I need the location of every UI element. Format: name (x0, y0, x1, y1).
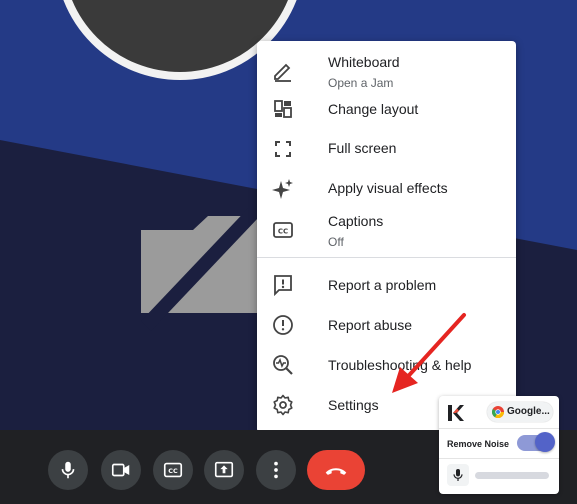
more-vertical-icon (274, 461, 278, 479)
alert-circle-icon (271, 313, 295, 337)
menu-item-label: Report a problem (328, 277, 437, 293)
menu-item-label: Whiteboard (328, 54, 400, 70)
annotation-arrow-icon (392, 313, 466, 393)
camera-button[interactable] (101, 450, 141, 490)
sparkle-icon (271, 177, 295, 201)
menu-item-sublabel: Open a Jam (328, 76, 394, 90)
menu-item-visual-effects[interactable]: Apply visual effects (257, 168, 516, 208)
end-call-button[interactable] (307, 450, 365, 490)
layout-icon (271, 97, 295, 121)
menu-item-label: Settings (328, 397, 379, 413)
menu-divider (257, 257, 516, 258)
svg-text:CC: CC (168, 467, 178, 475)
video-camera-icon (111, 463, 130, 477)
cc-icon: CC (271, 218, 295, 242)
menu-item-whiteboard[interactable]: Whiteboard Open a Jam (257, 49, 516, 93)
cc-icon: CC (163, 462, 183, 478)
menu-item-captions[interactable]: CC Captions Off (257, 208, 516, 252)
gear-icon (271, 393, 295, 417)
menu-item-label: Apply visual effects (328, 180, 448, 196)
noise-cancel-widget: Google... Remove Noise (439, 396, 559, 494)
present-screen-icon (214, 461, 234, 478)
menu-item-sublabel: Off (328, 235, 344, 249)
audio-source-label: Google... (507, 406, 550, 417)
present-button[interactable] (204, 450, 244, 490)
microphone-icon (61, 461, 75, 479)
microphone-icon (453, 469, 463, 481)
hang-up-icon (325, 468, 347, 475)
feedback-icon (271, 273, 295, 297)
widget-divider (439, 428, 559, 429)
widget-mic-button[interactable] (447, 464, 469, 486)
svg-text:CC: CC (278, 228, 288, 236)
fullscreen-icon (271, 137, 295, 161)
audio-source-selector[interactable]: Google... (487, 402, 553, 422)
more-options-button[interactable] (256, 450, 296, 490)
menu-item-label: Change layout (328, 101, 419, 117)
menu-item-full-screen[interactable]: Full screen (257, 128, 516, 168)
widget-divider (439, 458, 559, 459)
menu-item-change-layout[interactable]: Change layout (257, 89, 516, 129)
remove-noise-toggle-knob[interactable] (535, 432, 555, 452)
pencil-icon (271, 59, 295, 83)
krisp-logo-icon (448, 405, 464, 421)
troubleshoot-icon (271, 353, 295, 377)
captions-button[interactable]: CC (153, 450, 193, 490)
menu-item-report-problem[interactable]: Report a problem (257, 265, 516, 305)
chrome-icon (492, 406, 504, 418)
remove-noise-label: Remove Noise (447, 439, 510, 449)
menu-item-label: Full screen (328, 140, 397, 156)
mic-button[interactable] (48, 450, 88, 490)
mic-level-meter (475, 472, 549, 479)
menu-item-label: Captions (328, 213, 384, 229)
